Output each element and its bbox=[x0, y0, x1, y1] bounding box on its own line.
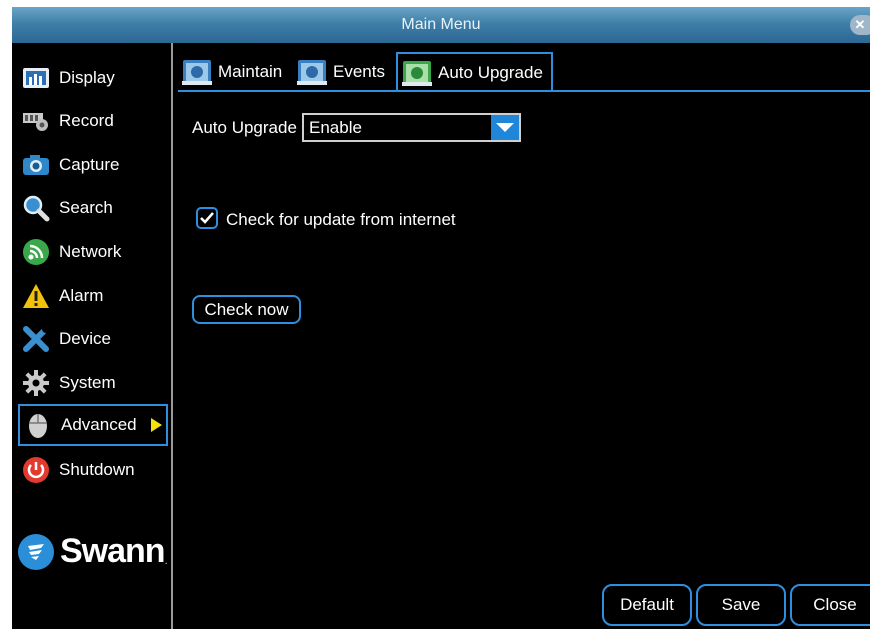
display-icon bbox=[22, 64, 50, 92]
monitor-icon bbox=[402, 61, 432, 86]
sidebar-item-alarm[interactable]: Alarm bbox=[18, 276, 168, 316]
save-button[interactable]: Save bbox=[696, 584, 786, 626]
logo-mark: . bbox=[164, 555, 168, 567]
sidebar: Display Record Capture Search Network Al… bbox=[12, 43, 171, 629]
monitor-icon bbox=[182, 60, 212, 85]
sidebar-item-label: System bbox=[59, 373, 116, 392]
window-title: Main Menu bbox=[401, 16, 481, 33]
swann-logo-icon bbox=[18, 533, 54, 570]
checkmark-icon bbox=[200, 212, 214, 224]
sidebar-item-label: Device bbox=[59, 329, 111, 348]
tab-maintain[interactable]: Maintain bbox=[178, 52, 282, 92]
sidebar-item-network[interactable]: Network bbox=[18, 232, 168, 272]
sidebar-item-label: Record bbox=[59, 111, 114, 130]
camera-icon bbox=[22, 151, 50, 179]
sidebar-item-record[interactable]: Record bbox=[18, 101, 168, 141]
monitor-icon bbox=[297, 60, 327, 85]
sidebar-item-label: Search bbox=[59, 198, 113, 217]
check-internet-label: Check for update from internet bbox=[226, 210, 456, 229]
main-menu-window: Main Menu ✕ Display Record Capture Searc… bbox=[12, 7, 870, 629]
sidebar-divider bbox=[171, 43, 173, 629]
check-now-button[interactable]: Check now bbox=[192, 295, 301, 324]
network-icon bbox=[22, 238, 50, 266]
tab-label: Events bbox=[333, 62, 385, 81]
sidebar-item-label: Network bbox=[59, 242, 122, 261]
wrench-icon bbox=[22, 325, 50, 353]
logo-text: Swann bbox=[60, 532, 166, 570]
sidebar-item-system[interactable]: System bbox=[18, 363, 168, 403]
sidebar-item-display[interactable]: Display bbox=[18, 58, 168, 98]
search-icon bbox=[22, 194, 50, 222]
dropdown-arrow-icon[interactable] bbox=[491, 115, 519, 140]
tab-label: Maintain bbox=[218, 62, 283, 81]
default-button[interactable]: Default bbox=[602, 584, 692, 626]
sidebar-item-advanced[interactable]: Advanced bbox=[18, 404, 168, 446]
tab-label: Auto Upgrade bbox=[438, 63, 543, 82]
sidebar-item-search[interactable]: Search bbox=[18, 188, 168, 228]
auto-upgrade-value: Enable bbox=[309, 118, 362, 137]
sidebar-item-shutdown[interactable]: Shutdown bbox=[18, 450, 168, 490]
title-bar: Main Menu ✕ bbox=[12, 7, 870, 43]
warning-icon bbox=[22, 282, 50, 310]
sidebar-item-label: Display bbox=[59, 68, 115, 87]
sidebar-item-label: Shutdown bbox=[59, 460, 135, 479]
tab-events[interactable]: Events bbox=[293, 52, 385, 92]
mouse-icon bbox=[24, 411, 52, 439]
submenu-arrow-icon bbox=[150, 418, 162, 432]
close-window-icon[interactable]: ✕ bbox=[850, 15, 870, 35]
swann-logo: Swann . bbox=[18, 532, 168, 571]
record-icon bbox=[22, 107, 50, 135]
sidebar-item-label: Advanced bbox=[61, 415, 137, 434]
close-button[interactable]: Close bbox=[790, 584, 870, 626]
tab-auto-upgrade[interactable]: Auto Upgrade bbox=[396, 52, 553, 92]
auto-upgrade-select[interactable]: Enable bbox=[302, 113, 521, 142]
tab-underline bbox=[178, 90, 870, 92]
power-icon bbox=[22, 456, 50, 484]
sidebar-item-label: Alarm bbox=[59, 286, 104, 305]
check-internet-checkbox[interactable] bbox=[196, 207, 218, 229]
gear-icon bbox=[22, 369, 50, 397]
auto-upgrade-label: Auto Upgrade bbox=[192, 118, 297, 137]
sidebar-item-label: Capture bbox=[59, 155, 120, 174]
sidebar-item-device[interactable]: Device bbox=[18, 319, 168, 359]
sidebar-item-capture[interactable]: Capture bbox=[18, 145, 168, 185]
